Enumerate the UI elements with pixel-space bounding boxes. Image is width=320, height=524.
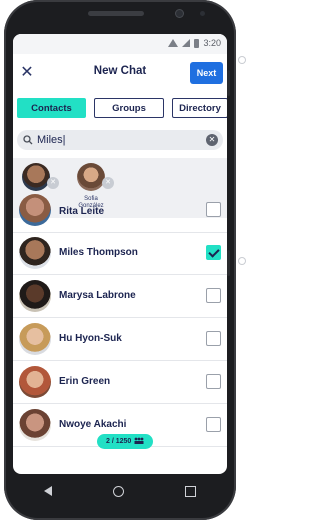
list-item[interactable]: Miles Thompson — [13, 232, 227, 275]
chip-name-first: Sofia — [84, 196, 98, 202]
avatar — [19, 323, 51, 355]
search-input[interactable] — [37, 134, 187, 146]
selection-counter: 2 / 1250 — [97, 434, 154, 449]
annotation-dot — [239, 258, 245, 264]
status-bar: 3:20 — [13, 34, 227, 54]
remove-chip-icon[interactable]: ✕ — [47, 177, 59, 189]
avatar — [19, 280, 51, 312]
annotation-dot — [239, 57, 245, 63]
avatar: ✕ — [22, 163, 59, 191]
wifi-icon — [168, 39, 179, 47]
avatar — [19, 194, 51, 226]
power-button — [227, 250, 230, 276]
device-frame: 3:20 ✕ New Chat Next Contacts Groups Dir… — [0, 0, 246, 524]
clear-search-icon[interactable]: ✕ — [206, 134, 218, 146]
status-time: 3:20 — [203, 38, 221, 48]
list-item[interactable]: Marysa Labrone — [13, 275, 227, 318]
select-checkbox[interactable] — [206, 331, 221, 346]
group-icon — [134, 437, 144, 446]
battery-icon — [194, 38, 200, 48]
counter-text: 2 / 1250 — [106, 438, 132, 445]
contact-name: Rita Leite — [59, 206, 105, 217]
remove-chip-icon[interactable]: ✕ — [102, 177, 114, 189]
select-checkbox[interactable] — [206, 417, 221, 432]
back-icon[interactable] — [43, 486, 52, 496]
volume-button — [227, 70, 230, 96]
list-item[interactable]: Hu Hyon-Suk — [13, 318, 227, 361]
list-item[interactable]: Rita Leite — [13, 194, 227, 233]
list-item[interactable]: Erin Green — [13, 361, 227, 404]
avatar — [19, 366, 51, 398]
avatar — [19, 237, 51, 269]
speaker-grille — [88, 11, 144, 16]
select-checkbox[interactable] — [206, 245, 221, 260]
home-icon[interactable] — [112, 485, 124, 497]
app-bar: ✕ New Chat Next — [13, 54, 227, 90]
avatar — [19, 409, 51, 441]
contact-name: Nwoye Akachi — [59, 419, 127, 430]
avatar: ✕ — [77, 163, 114, 191]
next-button[interactable]: Next — [190, 62, 223, 84]
app-screen: 3:20 ✕ New Chat Next Contacts Groups Dir… — [13, 34, 227, 474]
tab-contacts[interactable]: Contacts — [17, 98, 86, 118]
select-checkbox[interactable] — [206, 288, 221, 303]
contact-name: Hu Hyon-Suk — [59, 333, 122, 344]
contact-name: Miles Thompson — [59, 247, 138, 258]
tab-groups[interactable]: Groups — [94, 98, 164, 118]
selected-chip[interactable]: ✕ Sofia González — [68, 163, 114, 210]
system-nav-bar — [13, 476, 227, 506]
contact-list: Rita Leite Miles Thompson Marysa Labrone… — [13, 194, 227, 474]
tab-directory[interactable]: Directory — [172, 98, 227, 118]
search-bar: ✕ — [17, 130, 223, 150]
segment-tabs: Contacts Groups Directory — [17, 98, 227, 118]
select-checkbox[interactable] — [206, 374, 221, 389]
front-camera — [176, 10, 183, 17]
contact-name: Marysa Labrone — [59, 290, 136, 301]
status-icons: 3:20 — [168, 38, 221, 48]
recent-apps-icon[interactable] — [185, 485, 197, 497]
signal-icon — [182, 39, 191, 47]
contact-name: Erin Green — [59, 376, 111, 387]
search-icon — [19, 135, 37, 145]
proximity-sensor — [200, 11, 205, 16]
select-checkbox[interactable] — [206, 202, 221, 217]
